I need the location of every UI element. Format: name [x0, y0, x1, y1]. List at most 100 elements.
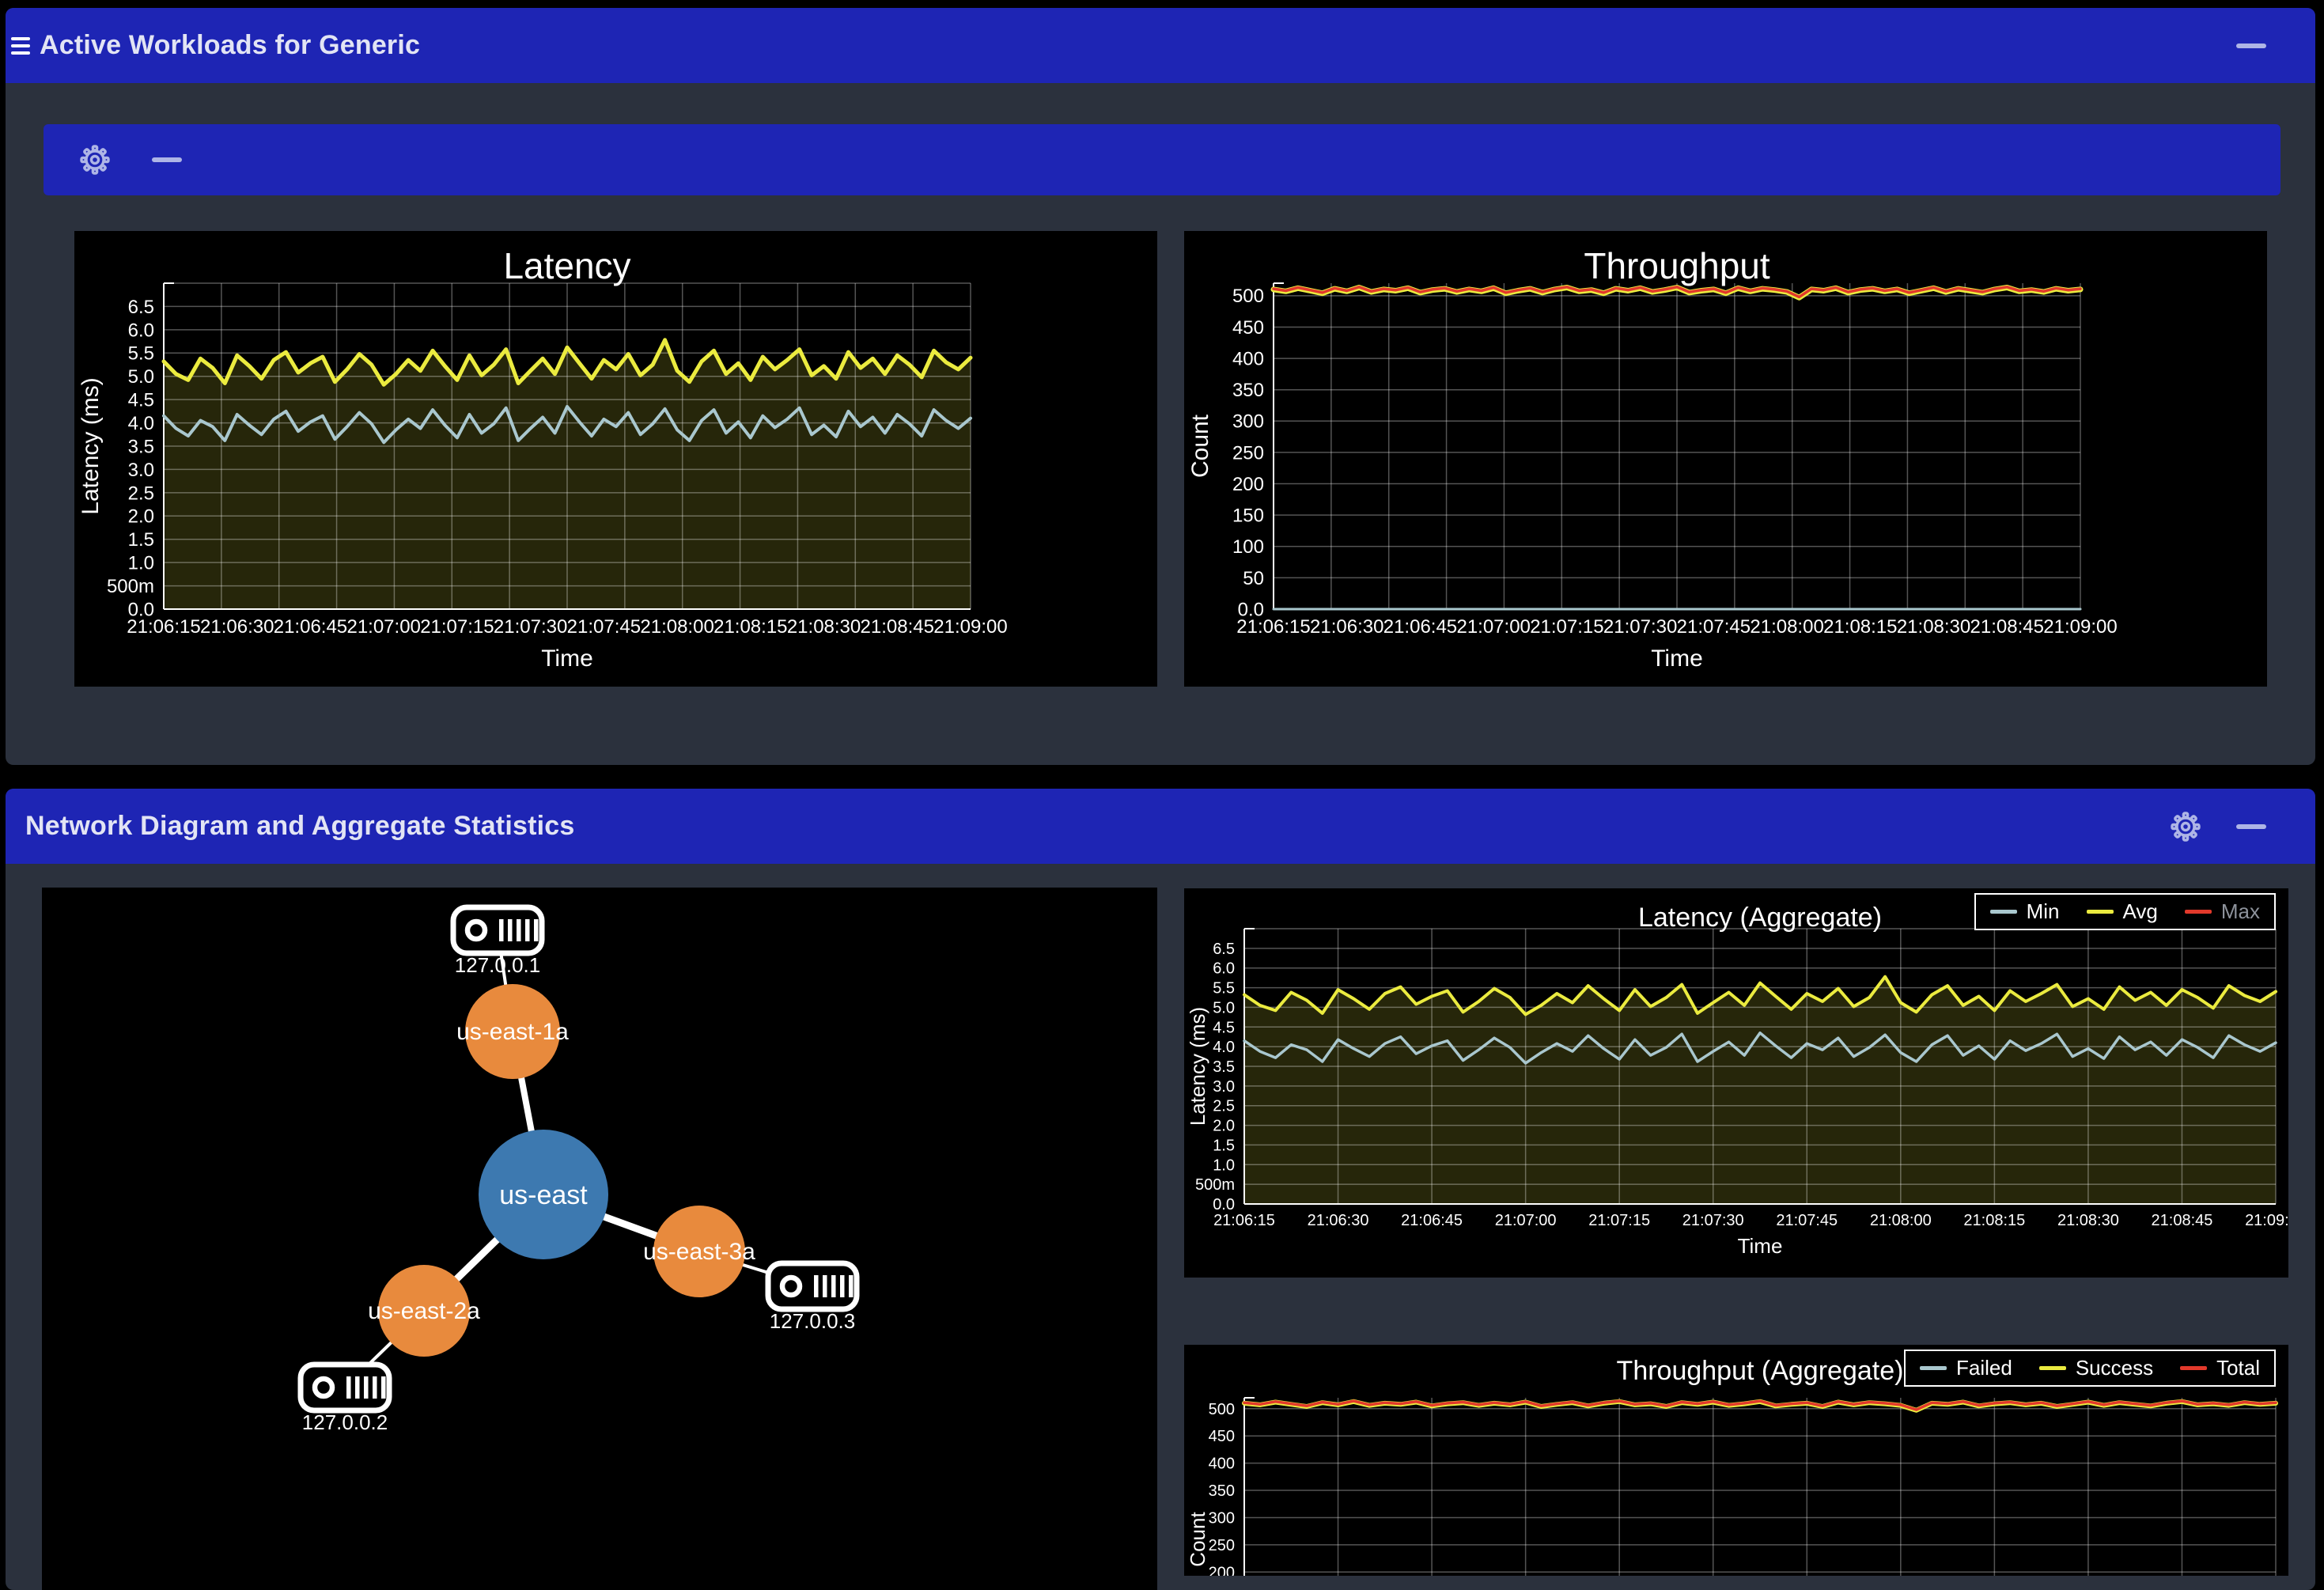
y-tick-label: 200	[1232, 474, 1264, 495]
x-tick-label: 21:06:45	[274, 616, 347, 638]
minimize-icon[interactable]	[2236, 824, 2266, 829]
y-tick-label: 5.5	[128, 343, 154, 365]
legend-label: Success	[2076, 1356, 2153, 1380]
gear-icon[interactable]	[79, 144, 111, 176]
server-ip-label: 127.0.0.3	[770, 1309, 855, 1333]
y-axis-title: Latency (ms)	[1186, 1007, 1209, 1126]
x-axis-title: Time	[1651, 645, 1703, 672]
server-icon[interactable]	[768, 1263, 857, 1309]
node-label: us-east-2a	[368, 1298, 480, 1324]
x-tick-label: 21:06:45	[1383, 616, 1457, 638]
server-icon[interactable]	[301, 1365, 389, 1410]
legend-label: Avg	[2123, 899, 2158, 924]
x-tick-label: 21:07:45	[567, 616, 641, 638]
gear-icon-svg	[79, 144, 111, 176]
y-tick-label: 5.0	[128, 366, 154, 388]
legend-swatch	[2180, 1366, 2207, 1370]
y-tick-label: 0.0	[1213, 1196, 1235, 1213]
node-label: us-east-3a	[643, 1239, 755, 1265]
node-label: us-east	[499, 1180, 588, 1210]
y-tick-label: 450	[1232, 317, 1264, 339]
legend-item-avg[interactable]: Avg	[2087, 899, 2158, 924]
legend-label: Min	[2027, 899, 2060, 924]
y-tick-label: 5.0	[1213, 999, 1235, 1016]
minimize-widget-icon[interactable]	[152, 157, 182, 162]
y-axis-title: Latency (ms)	[78, 377, 104, 514]
active-workloads-header: Active Workloads for Generic	[6, 8, 2315, 83]
y-tick-label: 4.0	[128, 413, 154, 434]
latency-aggregate-panel: 0.0500m1.01.52.02.53.03.54.04.55.05.56.0…	[1184, 888, 2288, 1278]
legend-item-total[interactable]: Total	[2180, 1356, 2260, 1380]
y-tick-label: 4.5	[1213, 1019, 1235, 1036]
y-tick-label: 2.5	[1213, 1098, 1235, 1115]
x-tick-label: 21:07:00	[1495, 1212, 1557, 1229]
x-tick-label: 21:07:45	[1776, 1212, 1838, 1229]
x-tick-label: 21:07:30	[1603, 616, 1677, 638]
y-tick-label: 3.0	[1213, 1078, 1235, 1096]
zone-node[interactable]: us-east-1a	[456, 984, 569, 1079]
y-tick-label: 6.0	[128, 320, 154, 341]
minimize-icon[interactable]	[2236, 44, 2266, 48]
legend-swatch	[2087, 910, 2114, 914]
legend-item-min[interactable]: Min	[1990, 899, 2060, 924]
y-tick-label: 150	[1232, 505, 1264, 527]
y-tick-label: 450	[1209, 1428, 1235, 1445]
x-tick-label: 21:09:00	[2043, 616, 2117, 638]
x-tick-label: 21:08:45	[1970, 616, 2044, 638]
legend-label: Failed	[1956, 1356, 2012, 1380]
x-tick-label: 21:08:45	[861, 616, 934, 638]
x-tick-label: 21:08:30	[787, 616, 861, 638]
x-tick-label: 21:08:15	[1963, 1212, 2025, 1229]
chart-title: Latency	[503, 245, 630, 286]
y-tick-label: 3.5	[1213, 1058, 1235, 1076]
y-tick-label: 350	[1232, 380, 1264, 401]
y-tick-label: 1.0	[128, 553, 154, 574]
x-tick-label: 21:08:15	[713, 616, 787, 638]
x-tick-label: 21:08:00	[640, 616, 713, 638]
y-axis-title: Count	[1186, 1512, 1209, 1567]
x-tick-label: 21:07:15	[1588, 1212, 1650, 1229]
latency-chart-panel: 0.0500m1.01.52.02.53.03.54.04.55.05.56.0…	[74, 231, 1157, 687]
y-tick-label: 1.0	[1213, 1157, 1235, 1174]
x-tick-label: 21:07:30	[1682, 1212, 1744, 1229]
gear-icon[interactable]	[2170, 811, 2201, 842]
y-tick-label: 400	[1209, 1456, 1235, 1473]
x-tick-label: 21:06:45	[1401, 1212, 1463, 1229]
y-tick-label: 3.0	[128, 460, 154, 481]
chart-title: Throughput (Aggregate)	[1617, 1356, 1904, 1386]
section2-title: Network Diagram and Aggregate Statistics	[25, 811, 574, 842]
zone-node[interactable]: us-east-2a	[368, 1265, 480, 1357]
y-tick-label: 500	[1209, 1401, 1235, 1418]
server-icon[interactable]	[453, 907, 542, 953]
x-tick-label: 21:08:30	[2057, 1212, 2119, 1229]
latency_agg-chart-svg: 0.0500m1.01.52.02.53.03.54.04.55.05.56.0…	[1184, 888, 2288, 1278]
zone-node[interactable]: us-east-3a	[643, 1206, 755, 1297]
y-tick-label: 2.0	[128, 506, 154, 528]
y-tick-label: 250	[1209, 1537, 1235, 1554]
legend-item-success[interactable]: Success	[2039, 1356, 2153, 1380]
y-tick-label: 2.5	[128, 483, 154, 504]
region-node[interactable]: us-east	[479, 1130, 608, 1259]
y-tick-label: 50	[1243, 568, 1264, 589]
y-tick-label: 6.0	[1213, 960, 1235, 978]
server-ip-label: 127.0.0.2	[302, 1410, 388, 1434]
legend-swatch	[1990, 910, 2017, 914]
x-tick-label: 21:07:15	[1530, 616, 1603, 638]
legend-swatch	[2185, 910, 2212, 914]
node-label: us-east-1a	[456, 1019, 569, 1045]
server-ip-label: 127.0.0.1	[455, 953, 540, 977]
y-tick-label: 300	[1232, 411, 1264, 433]
x-tick-label: 21:08:45	[2152, 1212, 2213, 1229]
legend-label: Total	[2216, 1356, 2260, 1380]
x-axis-title: Time	[1738, 1234, 1783, 1258]
active-workloads-card: Active Workloads for Generic 0.0500m1.01…	[6, 8, 2315, 765]
hamburger-icon[interactable]	[11, 37, 30, 55]
x-tick-label: 21:06:15	[127, 616, 200, 638]
x-tick-label: 21:06:15	[1236, 616, 1310, 638]
legend-item-failed[interactable]: Failed	[1920, 1356, 2012, 1380]
gear-icon-svg	[2170, 811, 2201, 842]
x-tick-label: 21:09:00	[933, 616, 1007, 638]
y-tick-label: 4.5	[128, 390, 154, 411]
x-tick-label: 21:06:30	[200, 616, 274, 638]
legend-item-max[interactable]: Max	[2185, 899, 2260, 924]
